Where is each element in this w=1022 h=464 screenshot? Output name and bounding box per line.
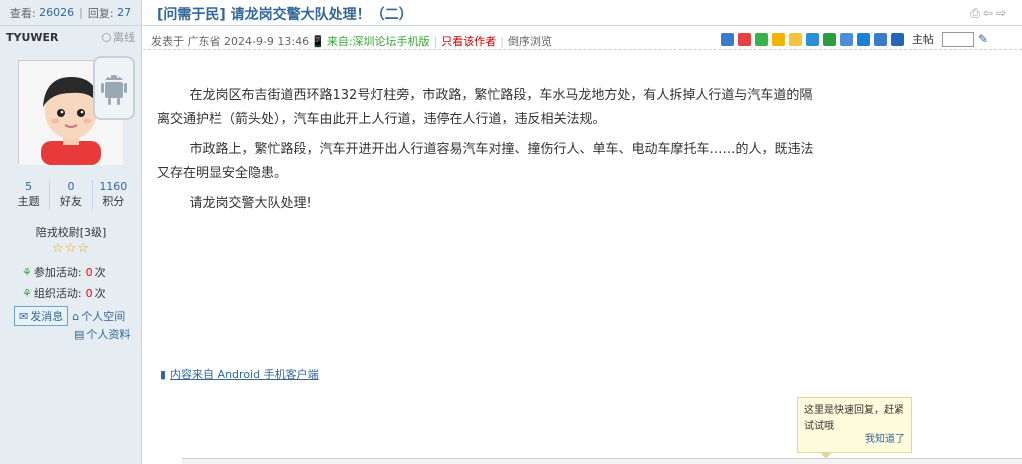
replies-label: 回复: bbox=[87, 6, 114, 20]
quick-reply-tip: 这里是快速回复，赶紧试试哦 我知道了 bbox=[797, 397, 912, 459]
floor-label: 主帖 bbox=[911, 33, 934, 46]
views-label: 查看: bbox=[9, 6, 36, 20]
rank-stars: ☆☆☆ bbox=[52, 241, 90, 256]
replies-count: 27 bbox=[117, 6, 132, 19]
thread-title-bar: [问需于民] 请龙岗交警大队处理！（二） ⎙ ⇦ ⇨ bbox=[143, 0, 1022, 26]
reverse-view-link[interactable]: 倒序浏览 bbox=[508, 33, 552, 49]
plus-icon[interactable] bbox=[720, 32, 734, 46]
personal-space-link[interactable]: ⌂ 个人空间 bbox=[72, 308, 125, 324]
status-icon bbox=[102, 32, 111, 42]
count-friends[interactable]: 0 好友 bbox=[50, 180, 93, 210]
author-actions: ✉ 发消息 ⌂ 个人空间 bbox=[14, 306, 125, 326]
mobile-icon: 📱 bbox=[311, 34, 325, 48]
content-paragraph: 请龙岗交警大队处理! bbox=[189, 196, 312, 211]
count-points[interactable]: 1160 积分 bbox=[93, 180, 134, 210]
tip-text: 这里是快速回复，赶紧试试哦 bbox=[804, 405, 904, 432]
avatar[interactable] bbox=[18, 56, 135, 165]
print-icon[interactable]: ⎙ bbox=[970, 6, 980, 21]
personal-profile-link[interactable]: ▤ 个人资料 bbox=[74, 326, 130, 342]
qq-icon[interactable] bbox=[771, 32, 785, 46]
phone-icon: ▮ bbox=[160, 367, 167, 381]
post-time: 发表于 广东省 2024-9-9 13:46 bbox=[151, 35, 310, 48]
profile-icon: ▤ bbox=[74, 327, 85, 341]
author-counts: 5 主题 0 好友 1160 积分 bbox=[8, 180, 134, 210]
activity-icon: ⚘ bbox=[22, 286, 32, 300]
author-row: TYUWER 离线 bbox=[0, 26, 141, 48]
jump-go-icon[interactable]: ✎ bbox=[978, 32, 988, 46]
envelope-icon: ✉ bbox=[19, 309, 29, 323]
people-icon[interactable] bbox=[890, 32, 904, 46]
renren-icon[interactable] bbox=[839, 32, 853, 46]
activity-organized: ⚘ 组织活动: 0 次 bbox=[22, 286, 106, 301]
qzone-icon[interactable] bbox=[788, 32, 802, 46]
from-source[interactable]: 深圳论坛手机版 bbox=[353, 33, 430, 49]
plus-icon[interactable] bbox=[873, 32, 887, 46]
tip-confirm-link[interactable]: 我知道了 bbox=[865, 432, 905, 448]
floor-jump-input[interactable] bbox=[941, 31, 974, 47]
author-sidebar: 查看: 26026 | 回复: 27 TYUWER 离线 5 主题 0 好友 1… bbox=[0, 0, 142, 464]
online-status: 离线 bbox=[102, 29, 135, 45]
share-toolbar: 主帖 ✎ bbox=[720, 31, 988, 47]
count-threads[interactable]: 5 主题 bbox=[8, 180, 51, 210]
post-meta: 发表于 广东省 2024-9-9 13:46 📱 来自: 深圳论坛手机版 | 只… bbox=[143, 28, 1022, 50]
quick-reply-box[interactable] bbox=[182, 458, 1022, 464]
client-source-link[interactable]: ▮ 内容来自 Android 手机客户端 bbox=[160, 366, 319, 382]
next-thread-icon[interactable]: ⇨ bbox=[996, 6, 1006, 21]
weibo-icon[interactable] bbox=[737, 32, 751, 46]
home-icon: ⌂ bbox=[72, 309, 80, 323]
author-username[interactable]: TYUWER bbox=[6, 31, 59, 44]
only-author-link[interactable]: 只看该作者 bbox=[441, 33, 496, 49]
wechat-icon[interactable] bbox=[754, 32, 768, 46]
mobile-badge bbox=[93, 56, 135, 120]
post-content: 在龙岗区布吉街道西环路132号灯柱旁，市政路，繁忙路段，车水马龙地方处，有人拆掉… bbox=[157, 84, 817, 222]
title-tools: ⎙ ⇦ ⇨ bbox=[970, 6, 1006, 21]
activity-joined: ⚘ 参加活动: 0 次 bbox=[22, 265, 106, 280]
views-count: 26026 bbox=[39, 6, 75, 19]
douban-icon[interactable] bbox=[822, 32, 836, 46]
content-paragraph: 在龙岗区布吉街道西环路132号灯柱旁，市政路，繁忙路段，车水马龙地方处，有人拆掉… bbox=[157, 88, 813, 127]
prev-thread-icon[interactable]: ⇦ bbox=[983, 6, 993, 21]
send-message-button[interactable]: ✉ 发消息 bbox=[14, 306, 69, 326]
from-label: 来自: bbox=[326, 35, 353, 48]
activity-icon: ⚘ bbox=[22, 265, 32, 279]
thread-title: [问需于民] 请龙岗交警大队处理！（二） bbox=[157, 7, 413, 23]
android-icon bbox=[101, 75, 127, 105]
baidu-icon[interactable] bbox=[805, 32, 819, 46]
edit-icon[interactable] bbox=[856, 32, 870, 46]
thread-stats: 查看: 26026 | 回复: 27 bbox=[0, 0, 141, 26]
status-text: 离线 bbox=[113, 31, 135, 44]
content-paragraph: 市政路上，繁忙路段，汽车开进开出人行道容易汽车对撞、撞伤行人、单车、电动车摩托车… bbox=[157, 142, 814, 181]
user-rank[interactable]: 陪戎校尉[3级] bbox=[0, 224, 142, 240]
